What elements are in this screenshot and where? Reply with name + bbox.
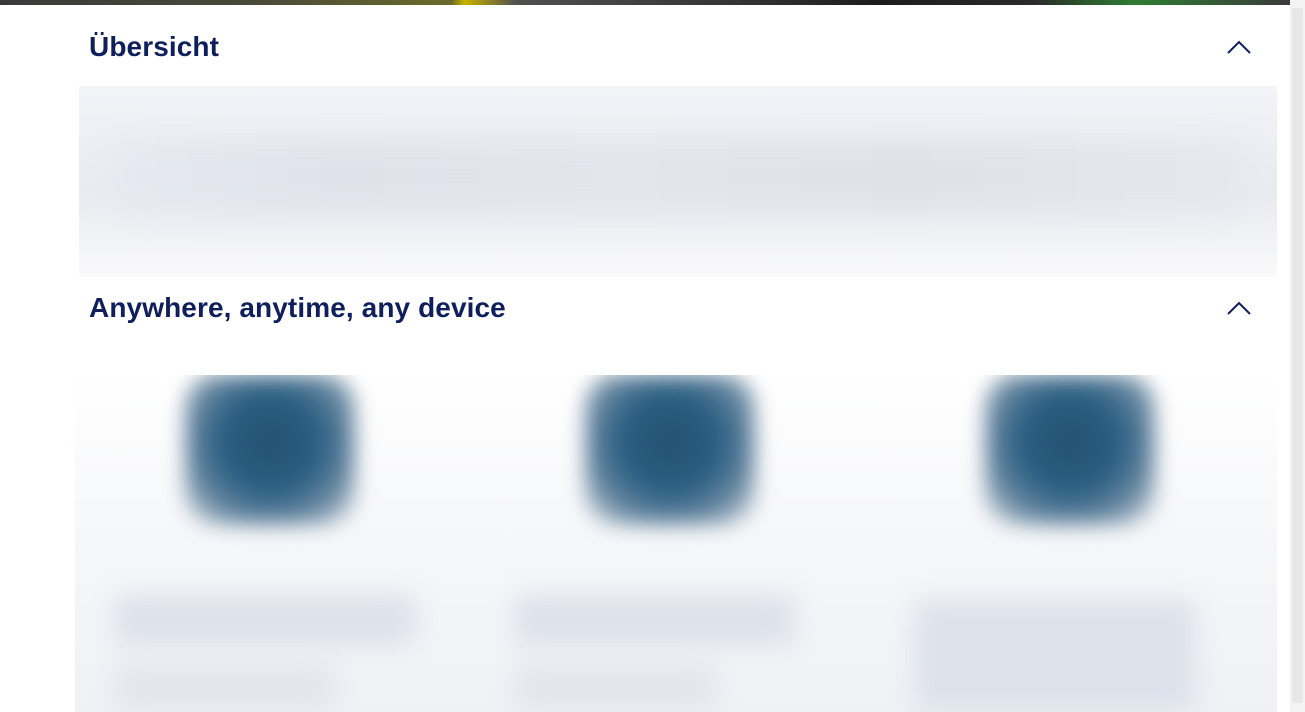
header-image-strip	[0, 0, 1290, 5]
overview-section-header[interactable]: Übersicht	[79, 17, 1277, 77]
device-card[interactable]	[75, 375, 475, 712]
device-cards-container	[75, 375, 1277, 712]
device-card-subtext	[515, 665, 715, 710]
device-card-text	[915, 600, 1195, 712]
chevron-up-icon	[1227, 40, 1251, 54]
devices-section-title: Anywhere, anytime, any device	[89, 292, 506, 323]
overview-section-title: Übersicht	[89, 31, 220, 62]
device-card-image	[985, 375, 1155, 525]
chevron-up-icon	[1227, 301, 1251, 315]
devices-collapse-button[interactable]	[1225, 294, 1253, 322]
overview-collapse-button[interactable]	[1225, 33, 1253, 61]
device-card[interactable]	[475, 375, 875, 712]
device-card-text	[115, 595, 415, 645]
device-card[interactable]	[875, 375, 1275, 712]
devices-section-header[interactable]: Anywhere, anytime, any device	[79, 278, 1277, 338]
scrollbar[interactable]	[1290, 0, 1305, 712]
overview-content-panel	[79, 86, 1277, 277]
device-card-image	[585, 375, 755, 525]
overview-blurred-content	[109, 141, 1249, 211]
device-card-subtext	[115, 665, 335, 710]
device-card-text	[515, 595, 795, 645]
device-card-image	[185, 375, 355, 525]
scrollbar-thumb[interactable]	[1292, 8, 1303, 703]
